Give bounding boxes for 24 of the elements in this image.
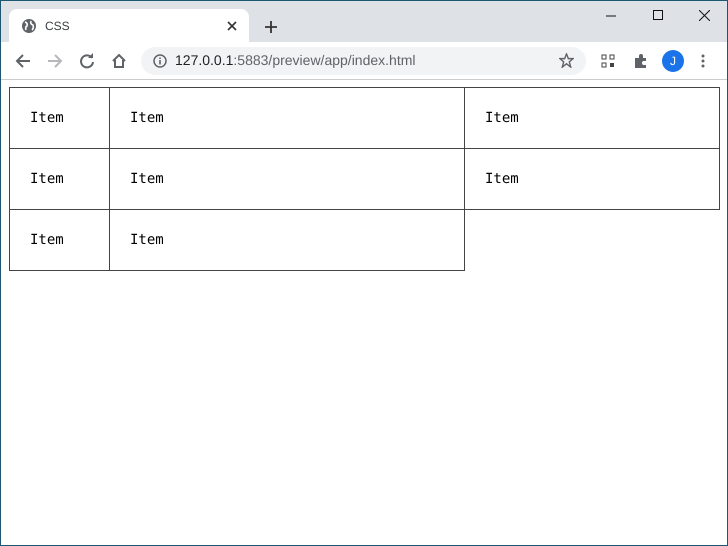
- grid-item: Item: [9, 209, 110, 271]
- puzzle-icon[interactable]: [633, 52, 649, 68]
- globe-icon: [21, 18, 37, 34]
- grid-item: Item: [9, 87, 110, 149]
- star-icon[interactable]: [559, 53, 574, 68]
- tab-title: CSS: [45, 18, 71, 34]
- menu-icon[interactable]: [701, 54, 705, 68]
- close-icon[interactable]: [227, 20, 237, 30]
- profile-avatar[interactable]: J: [662, 50, 684, 72]
- qr-code-icon[interactable]: [601, 54, 615, 68]
- new-tab-icon[interactable]: [265, 21, 277, 33]
- minimize-icon[interactable]: [606, 15, 616, 17]
- address-bar[interactable]: 127.0.0.1:5883/preview/app/index.html: [141, 46, 586, 74]
- grid-item: Item: [464, 87, 720, 149]
- close-icon[interactable]: [699, 10, 710, 21]
- browser-tab[interactable]: CSS: [9, 9, 249, 42]
- home-icon[interactable]: [111, 52, 127, 68]
- url-text: 127.0.0.1:5883/preview/app/index.html: [175, 51, 416, 70]
- info-icon[interactable]: [153, 54, 167, 68]
- reload-icon[interactable]: [79, 52, 95, 68]
- back-icon[interactable]: [15, 52, 31, 68]
- maximize-icon[interactable]: [653, 10, 663, 20]
- grid-item: Item: [109, 209, 465, 271]
- grid-item: Item: [464, 148, 720, 210]
